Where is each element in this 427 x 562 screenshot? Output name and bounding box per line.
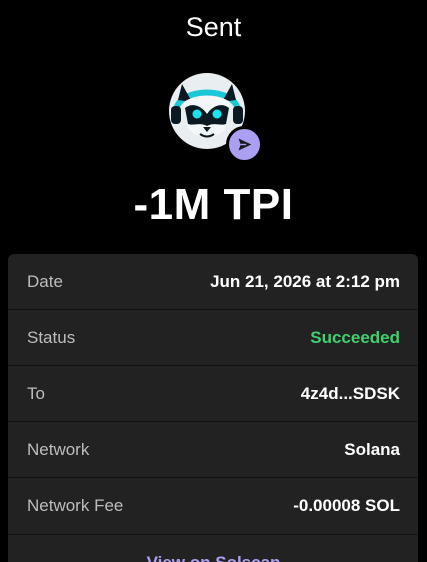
view-on-explorer-link[interactable]: View on Solscan [0,548,427,562]
date-label: Date [27,271,63,291]
detail-row-to[interactable]: To 4z4d...SDSK [8,366,418,422]
send-arrow-icon [226,126,263,163]
page-title: Sent [185,12,242,42]
token-avatar [168,72,264,164]
network-fee-value: -0.00008 SOL [293,496,400,515]
transaction-detail-screen: Sent -1M TPI Date Jun 21, 2026 at 2:12 p… [0,0,427,562]
status-value: Succeeded [310,327,400,347]
network-fee-label: Network Fee [27,496,124,515]
to-label: To [27,383,45,403]
network-label: Network [27,439,90,459]
detail-row-date: Date Jun 21, 2026 at 2:12 pm [8,254,418,310]
transaction-amount: -1M TPI [133,180,294,229]
date-value: Jun 21, 2026 at 2:12 pm [210,271,400,291]
status-label: Status [27,327,76,347]
detail-row-network: Network Solana [8,422,418,478]
network-value: Solana [344,439,400,459]
transaction-details-card: Date Jun 21, 2026 at 2:12 pm Status Succ… [8,254,418,562]
to-address[interactable]: 4z4d...SDSK [301,384,400,404]
detail-row-status: Status Succeeded [8,310,418,366]
detail-row-network-fee: Network Fee -0.00008 SOL [8,478,418,535]
